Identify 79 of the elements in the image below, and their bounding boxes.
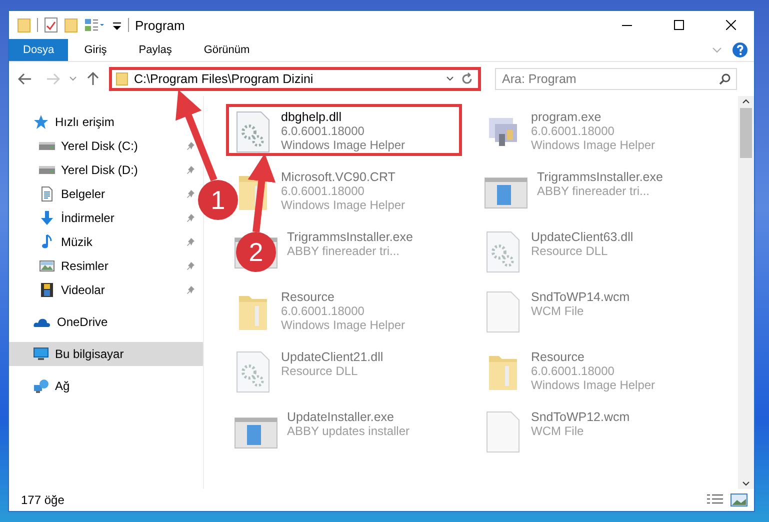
file-name: TrigrammsInstaller.exe <box>287 230 413 244</box>
chevron-down-icon[interactable] <box>446 76 454 82</box>
file-name: UpdateClient63.dll <box>531 230 634 244</box>
maximize-icon[interactable] <box>674 20 684 30</box>
sidebar-item[interactable]: Videolar <box>9 278 203 302</box>
file-name: Microsoft.VC90.CRT <box>281 170 396 184</box>
ribbon-tab[interactable]: Paylaş <box>122 39 188 61</box>
file-name: dbghelp.dll <box>281 110 342 124</box>
scrollbar-thumb[interactable] <box>740 108 752 158</box>
step-badge: 1 <box>198 180 238 220</box>
file-name: Resource <box>281 290 336 304</box>
sidebar-item[interactable]: Yerel Disk (C:) <box>9 134 203 158</box>
sidebar-item[interactable]: OneDrive <box>9 310 203 334</box>
sidebar-item[interactable]: Müzik <box>9 230 203 254</box>
folder-icon <box>116 72 128 86</box>
file-detail: Windows Image Helper <box>281 318 406 332</box>
pin-icon[interactable] <box>187 214 195 222</box>
sidebar-item[interactable]: Hızlı erişim <box>9 110 203 134</box>
back-arrow-icon[interactable] <box>18 73 32 85</box>
star-icon <box>33 114 49 130</box>
item-count: 177 öğe <box>21 493 64 507</box>
ribbon-tab[interactable]: Dosya <box>9 39 68 61</box>
network-icon <box>33 378 49 394</box>
file-detail: ABBY updates installer <box>287 424 410 438</box>
help-icon[interactable] <box>732 42 748 58</box>
file-detail: Resource DLL <box>281 364 359 378</box>
file-detail: Windows Image Helper <box>531 138 656 152</box>
scrollbar[interactable] <box>738 96 754 489</box>
file-detail: Windows Image Helper <box>281 138 406 152</box>
pin-icon[interactable] <box>187 262 195 270</box>
file-name: TrigrammsInstaller.exe <box>537 170 663 184</box>
sidebar-item[interactable]: Bu bilgisayar <box>9 342 203 366</box>
checklist-icon[interactable] <box>44 17 58 33</box>
file-detail: 6.0.6001.18000 <box>281 304 366 318</box>
monitor-icon <box>33 346 49 362</box>
file-detail: 6.0.6001.18000 <box>531 364 616 378</box>
large-icons-view-icon[interactable] <box>730 493 748 507</box>
file-name: UpdateInstaller.exe <box>287 410 396 424</box>
sidebar-item[interactable]: Resimler <box>9 254 203 278</box>
file-name: Resource <box>531 350 586 364</box>
refresh-icon[interactable] <box>460 72 474 86</box>
file-name: SndToWP14.wcm <box>531 290 630 304</box>
sidebar-item[interactable]: Ağ <box>9 374 203 398</box>
sidebar-item[interactable]: Yerel Disk (D:) <box>9 158 203 182</box>
pictures-icon <box>39 258 55 274</box>
down-arrow-icon <box>39 210 55 226</box>
pin-icon[interactable] <box>187 142 195 150</box>
file-detail: WCM File <box>531 424 585 438</box>
document-icon <box>39 186 55 202</box>
properties-icon[interactable] <box>84 17 106 33</box>
file-detail: Windows Image Helper <box>281 198 406 212</box>
pin-icon[interactable] <box>187 190 195 198</box>
file-detail: Resource DLL <box>531 244 609 258</box>
drive-icon <box>39 142 55 150</box>
file-name: SndToWP12.wcm <box>531 410 630 424</box>
file-detail: Windows Image Helper <box>531 378 656 392</box>
file-detail: ABBY finereader tri... <box>287 244 400 258</box>
search-icon[interactable] <box>719 73 731 85</box>
file-detail: WCM File <box>531 304 585 318</box>
pin-icon[interactable] <box>187 238 195 246</box>
file-name: program.exe <box>531 110 602 124</box>
window-title: Program <box>135 18 185 32</box>
film-icon <box>39 282 55 298</box>
ribbon-tab[interactable]: Giriş <box>68 39 123 61</box>
up-arrow-icon[interactable] <box>87 72 99 86</box>
file-detail: ABBY finereader tri... <box>537 184 650 198</box>
ribbon-tab[interactable]: Görünüm <box>188 39 266 61</box>
drive-icon <box>39 166 55 174</box>
pin-icon[interactable] <box>187 166 195 174</box>
file-detail: 6.0.6001.18000 <box>281 124 366 138</box>
file-name: UpdateClient21.dll <box>281 350 384 364</box>
file-detail: 6.0.6001.18000 <box>281 184 366 198</box>
close-icon[interactable] <box>726 20 736 30</box>
address-bar[interactable]: C:\Program Files\Program Dizini <box>109 67 481 91</box>
pin-icon[interactable] <box>187 286 195 294</box>
file-detail: 6.0.6001.18000 <box>531 124 616 138</box>
minimize-icon[interactable] <box>622 24 632 26</box>
search-field[interactable]: Ara: Program <box>495 68 737 90</box>
step-badge: 2 <box>236 232 276 272</box>
